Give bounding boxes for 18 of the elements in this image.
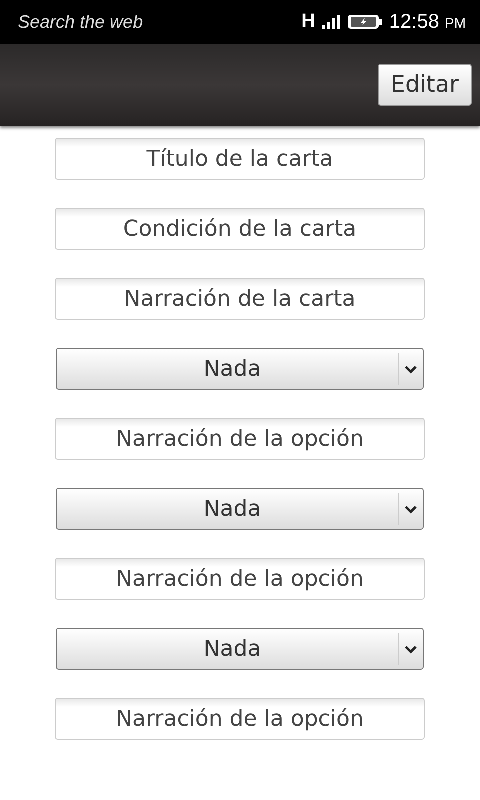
dropdown[interactable]: Nada — [56, 628, 424, 670]
network-type: H — [302, 11, 316, 33]
text-field[interactable]: Narración de la opción — [55, 418, 425, 460]
battery-icon — [347, 14, 384, 30]
signal-icon — [321, 15, 342, 29]
text-field[interactable]: Narración de la opción — [55, 698, 425, 740]
text-field[interactable]: Narración de la opción — [55, 558, 425, 600]
dropdown[interactable]: Nada — [56, 488, 424, 530]
dropdown[interactable]: Nada — [56, 348, 424, 390]
text-field[interactable]: Título de la carta — [55, 138, 425, 180]
text-field[interactable]: Condición de la carta — [55, 208, 425, 250]
chevron-down-icon — [404, 644, 418, 654]
chevron-down-icon — [404, 364, 418, 374]
chevron-down-icon — [404, 504, 418, 514]
edit-button[interactable]: Editar — [378, 64, 472, 106]
clock: 12:58 PM — [389, 10, 466, 34]
search-notification: Search the web — [18, 12, 144, 32]
text-field[interactable]: Narración de la carta — [55, 278, 425, 320]
